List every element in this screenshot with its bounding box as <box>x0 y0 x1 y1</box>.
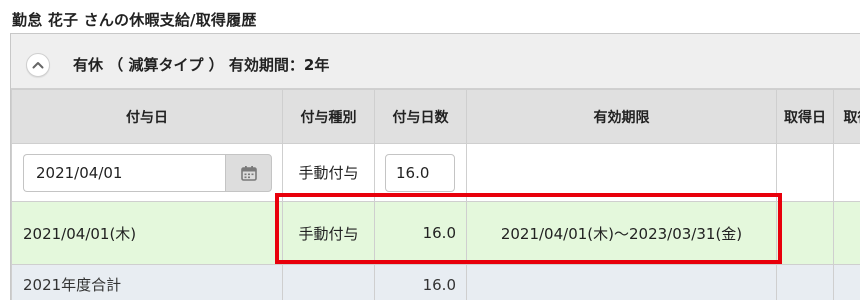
grant-days-input[interactable] <box>385 153 455 192</box>
total-expiry <box>466 264 777 300</box>
header-grant-type: 付与種別 <box>282 89 375 144</box>
record-grant-type: 手動付与 <box>282 201 375 265</box>
table-row[interactable]: 2021/04/01(木) 手動付与 16.0 2021/04/01(木)～20… <box>11 201 860 265</box>
total-grant-days: 16.0 <box>374 264 467 300</box>
header-acquired: 取得 <box>833 89 860 144</box>
record-acquired <box>833 201 860 265</box>
panel-header: 有休 （ 減算タイプ ） 有効期間：2年 <box>11 34 860 89</box>
calendar-icon <box>241 165 257 181</box>
page-title: 勤怠 花子 さんの休暇支給/取得履歴 <box>12 11 257 29</box>
grant-date-input[interactable] <box>23 153 225 192</box>
header-grant-days: 付与日数 <box>374 89 467 144</box>
leave-history-table: 付与日 付与種別 付与日数 有効期限 取得日 取得 <box>11 89 860 300</box>
header-expiry: 有効期限 <box>466 89 777 144</box>
grant-date-cell <box>11 143 283 202</box>
collapse-button[interactable] <box>26 53 50 77</box>
date-picker <box>23 153 272 192</box>
table-header-row: 付与日 付与種別 付与日数 有効期限 取得日 取得 <box>11 89 860 144</box>
record-expiry: 2021/04/01(木)～2023/03/31(金) <box>466 201 777 265</box>
grant-type-cell: 手動付与 <box>282 143 375 202</box>
record-grant-days: 16.0 <box>374 201 467 265</box>
total-grant-type <box>282 264 375 300</box>
chevron-up-icon <box>32 62 44 69</box>
panel-title: 有休 （ 減算タイプ ） 有効期間：2年 <box>73 56 330 74</box>
total-label: 2021年度合計 <box>11 264 283 300</box>
acquired-cell <box>833 143 860 202</box>
total-acquired-date <box>776 264 834 300</box>
header-grant-date: 付与日 <box>11 89 283 144</box>
acquired-date-cell <box>776 143 834 202</box>
calendar-button[interactable] <box>225 153 272 192</box>
grant-days-cell <box>374 143 467 202</box>
total-acquired <box>833 264 860 300</box>
input-row: 手動付与 <box>11 143 860 202</box>
expiry-cell <box>466 143 777 202</box>
record-acquired-date <box>776 201 834 265</box>
record-grant-date: 2021/04/01(木) <box>11 201 283 265</box>
leave-history-panel: 有休 （ 減算タイプ ） 有効期間：2年 付与日 付与種別 付与日数 有効期限 … <box>10 33 860 300</box>
header-acquired-date: 取得日 <box>776 89 834 144</box>
total-row: 2021年度合計 16.0 <box>11 264 860 300</box>
